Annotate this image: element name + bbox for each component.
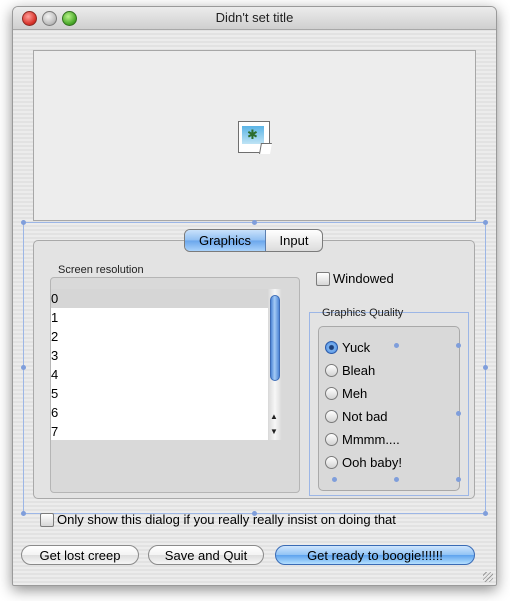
radio-selected-icon[interactable] <box>325 340 338 354</box>
tab-input[interactable]: Input <box>266 230 322 251</box>
radio-label: Meh <box>342 385 368 401</box>
list-item-4[interactable]: 4 <box>51 365 281 384</box>
radio-meh[interactable]: Meh <box>325 384 367 402</box>
broken-image-icon: ✱ <box>238 121 272 154</box>
radio-icon[interactable] <box>325 455 338 469</box>
scroll-down-arrow-icon[interactable]: ▼ <box>270 427 278 436</box>
radio-label: Ooh baby! <box>342 454 402 470</box>
scroll-up-arrow-icon[interactable]: ▲ <box>270 412 278 421</box>
save-and-quit-button[interactable]: Save and Quit <box>148 545 264 565</box>
radio-icon[interactable] <box>325 409 338 423</box>
list-item-7[interactable]: 7 <box>51 422 281 440</box>
radio-label: Not bad <box>342 408 388 424</box>
radio-label: Mmmm.... <box>342 431 400 447</box>
radio-ooh-baby[interactable]: Ooh baby! <box>325 453 402 471</box>
graphics-quality-label: Graphics Quality <box>322 307 404 319</box>
only-show-dialog-label: Only show this dialog if you really real… <box>57 512 396 527</box>
screen-resolution-label: Screen resolution <box>58 264 144 276</box>
only-show-dialog-checkbox[interactable] <box>40 513 54 527</box>
window-title: Didn't set title <box>215 10 294 25</box>
get-lost-button[interactable]: Get lost creep <box>21 545 139 565</box>
radio-not-bad[interactable]: Not bad <box>325 407 388 425</box>
list-item-3[interactable]: 3 <box>51 346 281 365</box>
radio-yuck[interactable]: Yuck <box>325 338 370 356</box>
radio-label: Bleah <box>342 362 376 378</box>
list-scrollbar[interactable]: ▲ ▼ <box>268 289 282 440</box>
resize-grip-icon[interactable] <box>483 572 493 582</box>
title-bar[interactable]: Didn't set title <box>13 7 496 30</box>
tab-bar: Graphics Input <box>184 229 323 252</box>
radio-icon[interactable] <box>325 432 338 446</box>
main-window: Didn't set title ✱ Graphics Input Screen… <box>12 6 497 586</box>
windowed-label: Windowed <box>333 271 394 286</box>
screen-resolution-list[interactable]: 0 1 2 3 4 5 6 7 <box>51 289 282 440</box>
tab-graphics[interactable]: Graphics <box>185 230 266 251</box>
radio-label: Yuck <box>342 339 371 355</box>
radio-mmmm[interactable]: Mmmm.... <box>325 430 400 448</box>
list-item-5[interactable]: 5 <box>51 384 281 403</box>
preview-image-area: ✱ <box>33 50 476 221</box>
list-item-0[interactable]: 0 <box>51 289 281 308</box>
radio-icon[interactable] <box>325 386 338 400</box>
scrollbar-thumb[interactable] <box>270 295 280 381</box>
windowed-checkbox[interactable] <box>316 272 330 286</box>
list-item-2[interactable]: 2 <box>51 327 281 346</box>
radio-icon[interactable] <box>325 363 338 377</box>
list-item-6[interactable]: 6 <box>51 403 281 422</box>
list-item-1[interactable]: 1 <box>51 308 281 327</box>
radio-bleah[interactable]: Bleah <box>325 361 375 379</box>
get-ready-button[interactable]: Get ready to boogie!!!!!! <box>275 545 475 565</box>
